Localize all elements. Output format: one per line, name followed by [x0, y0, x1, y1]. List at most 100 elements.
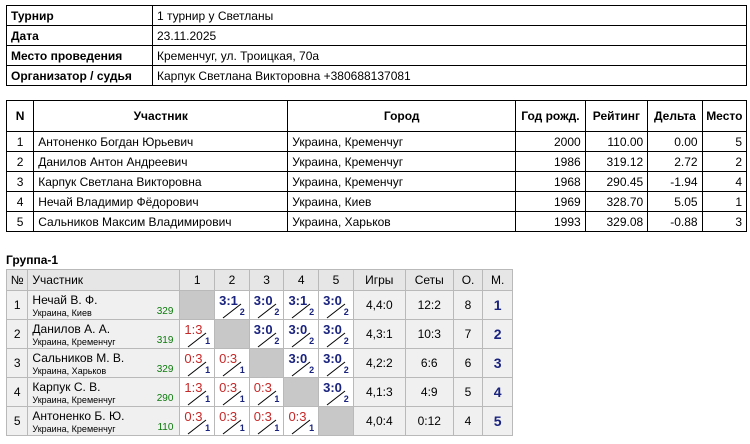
participant-number: 1 — [5, 131, 35, 152]
result-loss-cell: 0:3 1 — [214, 406, 250, 436]
group-row-number: 5 — [5, 406, 29, 436]
result-score: 3:1 — [219, 293, 238, 308]
result-win-cell: 3:1 2 — [283, 290, 320, 320]
result-points: 1 — [274, 423, 280, 433]
result-score: 3:0 — [288, 322, 308, 337]
header-rating: Рейтинг — [584, 100, 649, 132]
group-player-name: Карпук С. В. — [32, 380, 101, 394]
group-player-name: Сальников М. В. — [32, 351, 125, 365]
participant-row: 1 Антоненко Богдан Юрьевич Украина, Кремен… — [5, 131, 748, 152]
result-score: 3:0 — [323, 351, 342, 366]
result-points: 2 — [274, 336, 280, 346]
info-label: Организатор / судья — [6, 65, 153, 86]
group-sets: 6:6 — [404, 348, 454, 378]
info-row: Организатор / судья Карпук Светлана Викто… — [6, 65, 747, 86]
group-header-points: О. — [452, 269, 484, 291]
group-header-col-3: 3 — [248, 269, 285, 291]
group-place: 5 — [482, 406, 513, 436]
result-score: 3:0 — [288, 351, 308, 366]
group-player-name: Данилов А. А. — [32, 322, 111, 336]
result-win-cell: 3:1 2 — [214, 290, 250, 320]
participant-birth-year: 1986 — [515, 151, 586, 172]
participant-city: Украина, Кременчуг — [287, 151, 517, 172]
result-score: 3:1 — [288, 293, 308, 308]
group-header-n: № — [5, 269, 29, 291]
result-score: 0:3 — [219, 409, 238, 424]
group-row: 2 Данилов А. А. Украина, Кременчуг 319 1:3 1 3… — [5, 319, 513, 349]
group-header-player: Участник — [27, 269, 181, 291]
group-games: 4,1:3 — [352, 377, 406, 407]
header-place: Место — [701, 100, 748, 132]
participant-number: 3 — [5, 171, 35, 192]
group-games: 4,2:2 — [352, 348, 406, 378]
participant-row: 2 Данилов Антон Андреевич Украина, Кременч… — [5, 151, 748, 172]
result-points: 2 — [343, 394, 349, 404]
info-row: Место проведения Кременчуг, ул. Троицкая,… — [6, 45, 747, 66]
result-score: 0:3 — [184, 409, 203, 424]
group-player-city: Украина, Кременчуг — [32, 395, 116, 405]
participant-delta: 0.00 — [647, 131, 703, 152]
result-points: 1 — [239, 394, 245, 404]
header-delta: Дельта — [647, 100, 703, 132]
result-score: 0:3 — [219, 380, 238, 395]
result-win-cell: 3:0 2 — [248, 290, 285, 320]
result-points: 1 — [274, 394, 280, 404]
info-label: Дата — [6, 25, 153, 46]
group-header-sets: Сеты — [404, 269, 454, 291]
group-player-city: Украина, Харьков — [32, 366, 107, 376]
result-points: 2 — [274, 307, 280, 317]
result-points: 2 — [343, 307, 349, 317]
group-header-place: М. — [482, 269, 513, 291]
participant-row: 5 Сальников Максим Владимирович Украина, Х… — [5, 211, 748, 232]
group-row: 4 Карпук С. В. Украина, Кременчуг 290 1:3 1 0:… — [5, 377, 513, 407]
result-score: 0:3 — [253, 380, 272, 395]
result-loss-cell: 1:3 1 — [179, 377, 216, 407]
group-points: 4 — [452, 406, 484, 436]
result-points: 2 — [343, 336, 349, 346]
group-points: 5 — [452, 377, 484, 407]
result-points: 2 — [309, 336, 315, 346]
group-header-row: № Участник 1 2 3 4 5 Игры Сеты О. М. — [5, 269, 513, 291]
participant-name: Нечай Владимир Фёдорович — [33, 191, 289, 212]
participant-rating: 110.00 — [584, 131, 649, 152]
participant-birth-year: 2000 — [515, 131, 586, 152]
participant-number: 2 — [5, 151, 35, 172]
result-points: 1 — [205, 423, 211, 433]
group-sets: 10:3 — [404, 319, 454, 349]
group-row-number: 4 — [5, 377, 29, 407]
participant-rating: 328.70 — [584, 191, 649, 212]
group-place: 3 — [482, 348, 513, 378]
group-player-rating: 110 — [157, 422, 174, 433]
result-score: 1:3 — [184, 380, 203, 395]
info-value: Карпук Светлана Викторовна +380688137081 — [152, 65, 747, 86]
participant-place: 4 — [701, 171, 748, 192]
participant-birth-year: 1968 — [515, 171, 586, 192]
group-header-col-5: 5 — [318, 269, 354, 291]
participants-table: N Участник Город Год рожд. Рейтинг Дельт… — [5, 100, 748, 232]
result-points: 1 — [205, 365, 211, 375]
info-label: Место проведения — [6, 45, 153, 66]
result-points: 1 — [309, 423, 315, 433]
group-header-col-2: 2 — [214, 269, 250, 291]
result-points: 1 — [239, 423, 245, 433]
result-win-cell: 3:0 2 — [248, 319, 285, 349]
info-value: 1 турнир у Светланы — [152, 5, 747, 26]
group-row-number: 1 — [5, 290, 29, 320]
result-win-cell: 3:0 2 — [318, 290, 354, 320]
group-place: 2 — [482, 319, 513, 349]
group-row: 5 Антоненко Б. Ю. Украина, Кременчуг 110 0:3… — [5, 406, 513, 436]
result-loss-cell: 1:3 1 — [179, 319, 216, 349]
result-points: 2 — [309, 307, 315, 317]
header-city: Город — [287, 100, 517, 132]
result-loss-cell: 0:3 1 — [179, 348, 216, 378]
participant-delta: -1.94 — [647, 171, 703, 192]
result-loss-cell: 0:3 1 — [214, 348, 250, 378]
participant-delta: 2.72 — [647, 151, 703, 172]
group-player-city: Украина, Кременчуг — [32, 337, 116, 347]
group-games: 4,0:4 — [352, 406, 406, 436]
group-player-cell: Данилов А. А. Украина, Кременчуг 319 — [27, 319, 181, 349]
result-win-cell: 3:0 2 — [318, 319, 354, 349]
group-sets: 0:12 — [404, 406, 454, 436]
result-loss-cell: 0:3 1 — [179, 406, 216, 436]
tournament-info-table: Турнир 1 турнир у Светланы Дата 23.11.2025 М… — [6, 5, 747, 86]
